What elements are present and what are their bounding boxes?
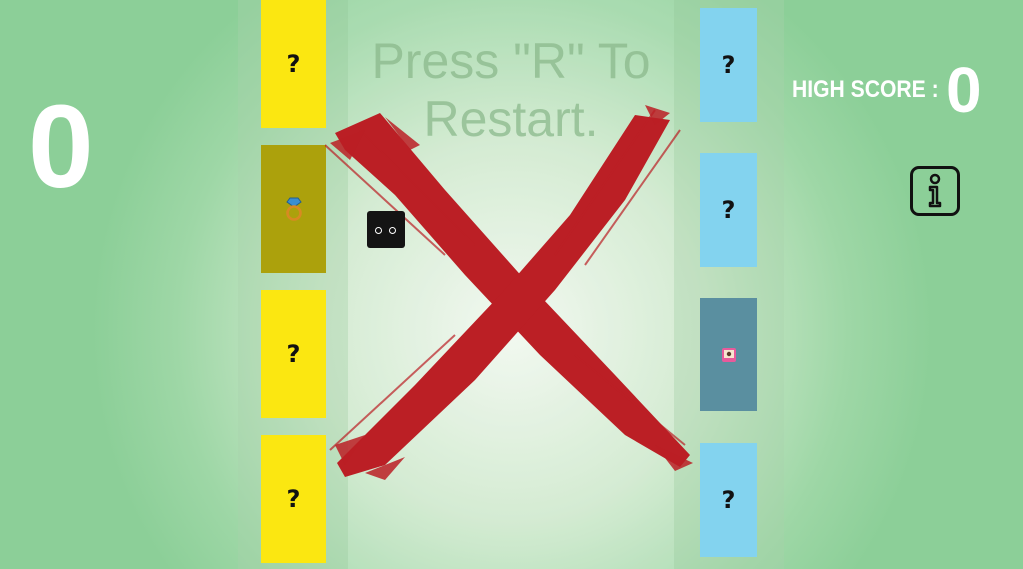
high-score-value: 0	[946, 54, 982, 126]
info-button[interactable]	[910, 166, 960, 216]
photo-card-icon	[721, 347, 736, 362]
player-character	[367, 211, 405, 248]
ring-icon	[285, 197, 302, 221]
info-icon	[928, 173, 942, 208]
player-eye-left	[375, 227, 382, 234]
current-score: 0	[28, 81, 94, 213]
right-card-1[interactable]: ?	[700, 8, 757, 122]
card-question-mark: ?	[286, 340, 301, 368]
right-card-4[interactable]: ?	[700, 443, 757, 557]
game-over-x-icon	[325, 105, 693, 480]
left-card-4[interactable]: ?	[261, 435, 326, 563]
player-eye-right	[389, 227, 396, 234]
card-question-mark: ?	[721, 51, 736, 79]
high-score-label: HIGH SCORE :	[792, 76, 939, 103]
left-card-2[interactable]	[261, 145, 326, 273]
card-question-mark: ?	[286, 485, 301, 513]
right-card-3[interactable]	[700, 298, 757, 411]
card-question-mark: ?	[721, 486, 736, 514]
left-card-3[interactable]: ?	[261, 290, 326, 418]
right-card-2[interactable]: ?	[700, 153, 757, 267]
card-question-mark: ?	[286, 50, 301, 78]
card-question-mark: ?	[721, 196, 736, 224]
left-card-1[interactable]: ?	[261, 0, 326, 128]
